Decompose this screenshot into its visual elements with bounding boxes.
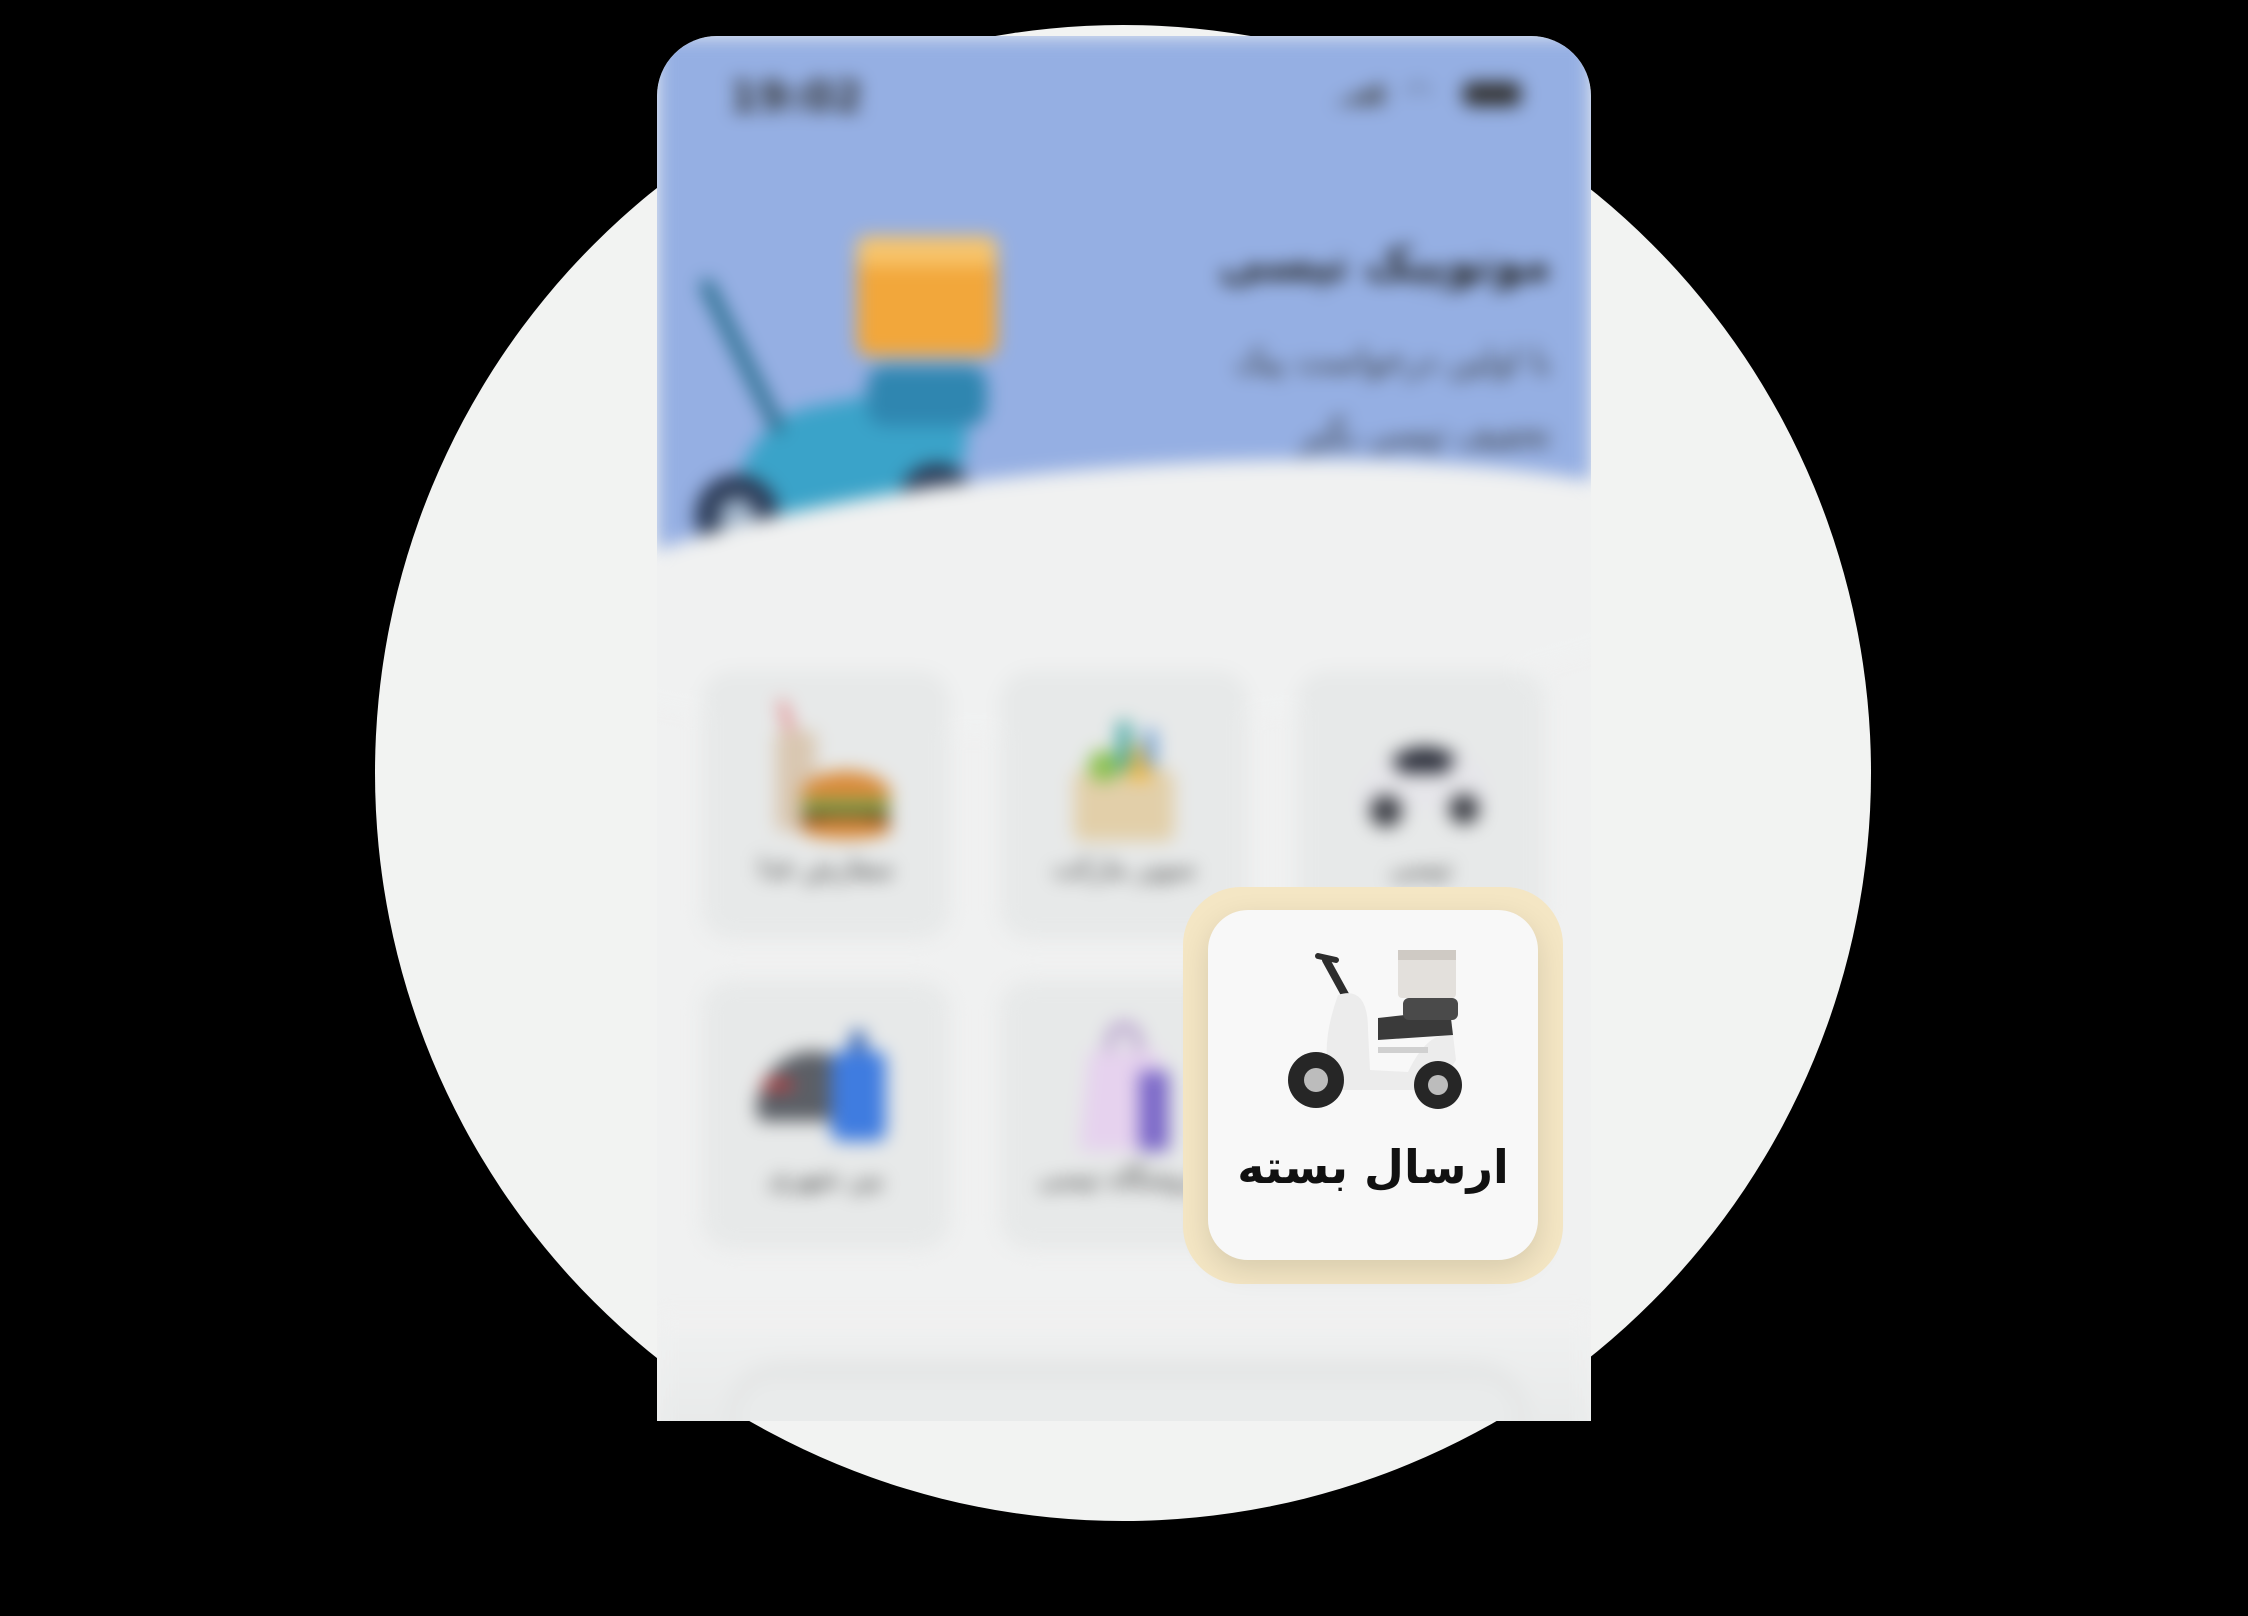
status-icons: ◠ [1333, 76, 1521, 111]
battery-icon [1463, 82, 1521, 106]
promo-banner[interactable]: 19:02 ◠ موتوپیک تپسی با اولین درخواست پی… [657, 36, 1591, 768]
shopping-bag-icon [1079, 1022, 1169, 1151]
wifi-icon: ◠ [1405, 76, 1432, 111]
service-label: تپسی [1389, 853, 1453, 884]
status-time: 19:02 [729, 72, 863, 121]
grocery-basket-icon [1074, 721, 1174, 841]
promo-title: موتوپیک تپسی [1219, 236, 1551, 290]
service-tile-food[interactable]: سفارش غذا [702, 671, 950, 939]
burger-drink-icon [776, 701, 891, 839]
promo-subtitle-line1: با اولین درخواست پیک [1234, 341, 1551, 381]
service-label: سفارش غذا [758, 853, 894, 884]
service-tile-intercity[interactable]: بین شهری [702, 981, 950, 1249]
service-tile-send-package[interactable]: ارسال بسته [1208, 910, 1538, 1260]
signal-icon [1333, 83, 1383, 105]
delivery-scooter-icon [1288, 950, 1462, 1109]
car-luggage-icon [756, 1031, 886, 1141]
car-icon [1356, 746, 1488, 827]
send-package-label: ارسال بسته [1237, 1140, 1509, 1194]
service-label: سوپر مارکت [1052, 853, 1196, 884]
bottom-search-bar[interactable] [737, 1376, 1517, 1421]
service-label: بین شهری [768, 1163, 884, 1194]
promo-subtitle: با اولین درخواست پیک تخفیف تپسی بگیر [1131, 324, 1551, 472]
